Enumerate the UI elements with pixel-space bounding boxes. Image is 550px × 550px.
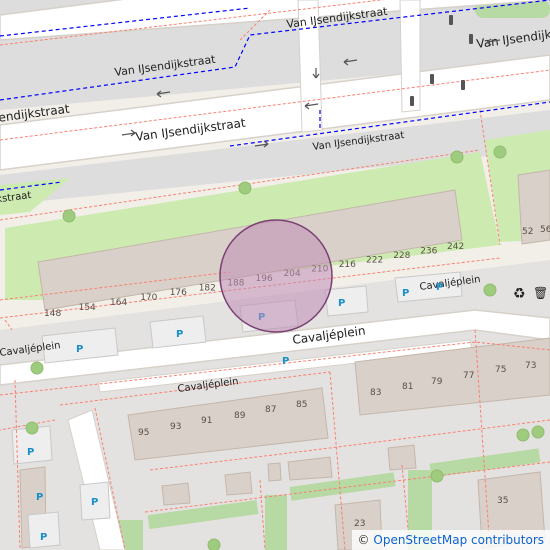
- parking-icon: P: [436, 282, 443, 293]
- house-number: 23: [354, 519, 365, 529]
- side-street-vertical-2: [399, 0, 421, 113]
- tree: [493, 145, 507, 159]
- house-number: 91: [201, 416, 212, 426]
- location-marker[interactable]: [219, 219, 333, 333]
- tree: [30, 361, 44, 375]
- house-number: 176: [170, 288, 187, 298]
- waste-basket-icon: 🗑: [533, 286, 548, 300]
- parking-icon: P: [76, 344, 83, 355]
- house-number: 75: [495, 365, 506, 375]
- parking-icon: P: [91, 497, 98, 508]
- traffic-signal-icon: [461, 80, 465, 90]
- tree: [483, 283, 497, 297]
- attribution: © OpenStreetMap contributors: [351, 530, 550, 550]
- house-number: 81: [402, 382, 413, 392]
- house-number: 236: [420, 247, 437, 257]
- house-number: 95: [138, 428, 149, 438]
- traffic-signal-icon: [469, 34, 473, 44]
- parking-icon: P: [36, 492, 43, 503]
- recycling-icon: ♻: [513, 286, 526, 302]
- house-number: 89: [234, 411, 246, 421]
- house-number: 242: [447, 242, 464, 252]
- house-number: 222: [366, 256, 383, 266]
- osm-contributors-link[interactable]: OpenStreetMap contributors: [373, 533, 544, 547]
- tree: [430, 469, 444, 483]
- parking-icon: P: [282, 356, 289, 367]
- house-number: 85: [296, 400, 307, 410]
- parking-icon: P: [27, 447, 34, 458]
- traffic-signal-icon: [430, 74, 434, 84]
- traffic-signal-icon: [449, 15, 453, 25]
- house-number: 154: [79, 303, 96, 313]
- map-canvas[interactable]: Van IJsendijkstraat Van IJsendijkstraat …: [0, 0, 550, 550]
- house-number: 83: [370, 388, 381, 398]
- tree: [531, 425, 545, 439]
- green-strip-south-5: [265, 495, 287, 550]
- tree: [516, 428, 530, 442]
- house-number: 216: [339, 260, 356, 270]
- building-s-small-2: [224, 471, 253, 496]
- parking-lot-4: [324, 285, 369, 317]
- tree: [207, 538, 221, 550]
- building-s-small-3: [161, 482, 191, 506]
- house-number: 164: [110, 298, 127, 308]
- house-number: 182: [199, 283, 216, 293]
- house-number: 148: [44, 309, 61, 319]
- house-number: 73: [525, 361, 536, 371]
- house-number: 93: [170, 422, 181, 432]
- tree: [450, 150, 464, 164]
- house-number: 77: [463, 371, 474, 381]
- traffic-signal-icon: [410, 96, 414, 106]
- parking-icon: P: [40, 532, 47, 543]
- parking-icon: P: [176, 329, 183, 340]
- house-number: 87: [265, 405, 276, 415]
- house-number: 35: [497, 496, 508, 506]
- building-s-small-6: [267, 462, 282, 482]
- house-number: 52: [522, 227, 533, 237]
- parking-icon: P: [338, 298, 345, 309]
- tree: [238, 181, 252, 195]
- house-number: 56: [540, 225, 550, 235]
- house-number: 228: [393, 251, 410, 261]
- tree: [62, 209, 76, 223]
- copyright-icon: ©: [357, 533, 370, 547]
- parking-icon: P: [402, 288, 409, 299]
- tree: [25, 421, 39, 435]
- house-number: 170: [140, 293, 157, 303]
- house-number: 79: [431, 377, 443, 387]
